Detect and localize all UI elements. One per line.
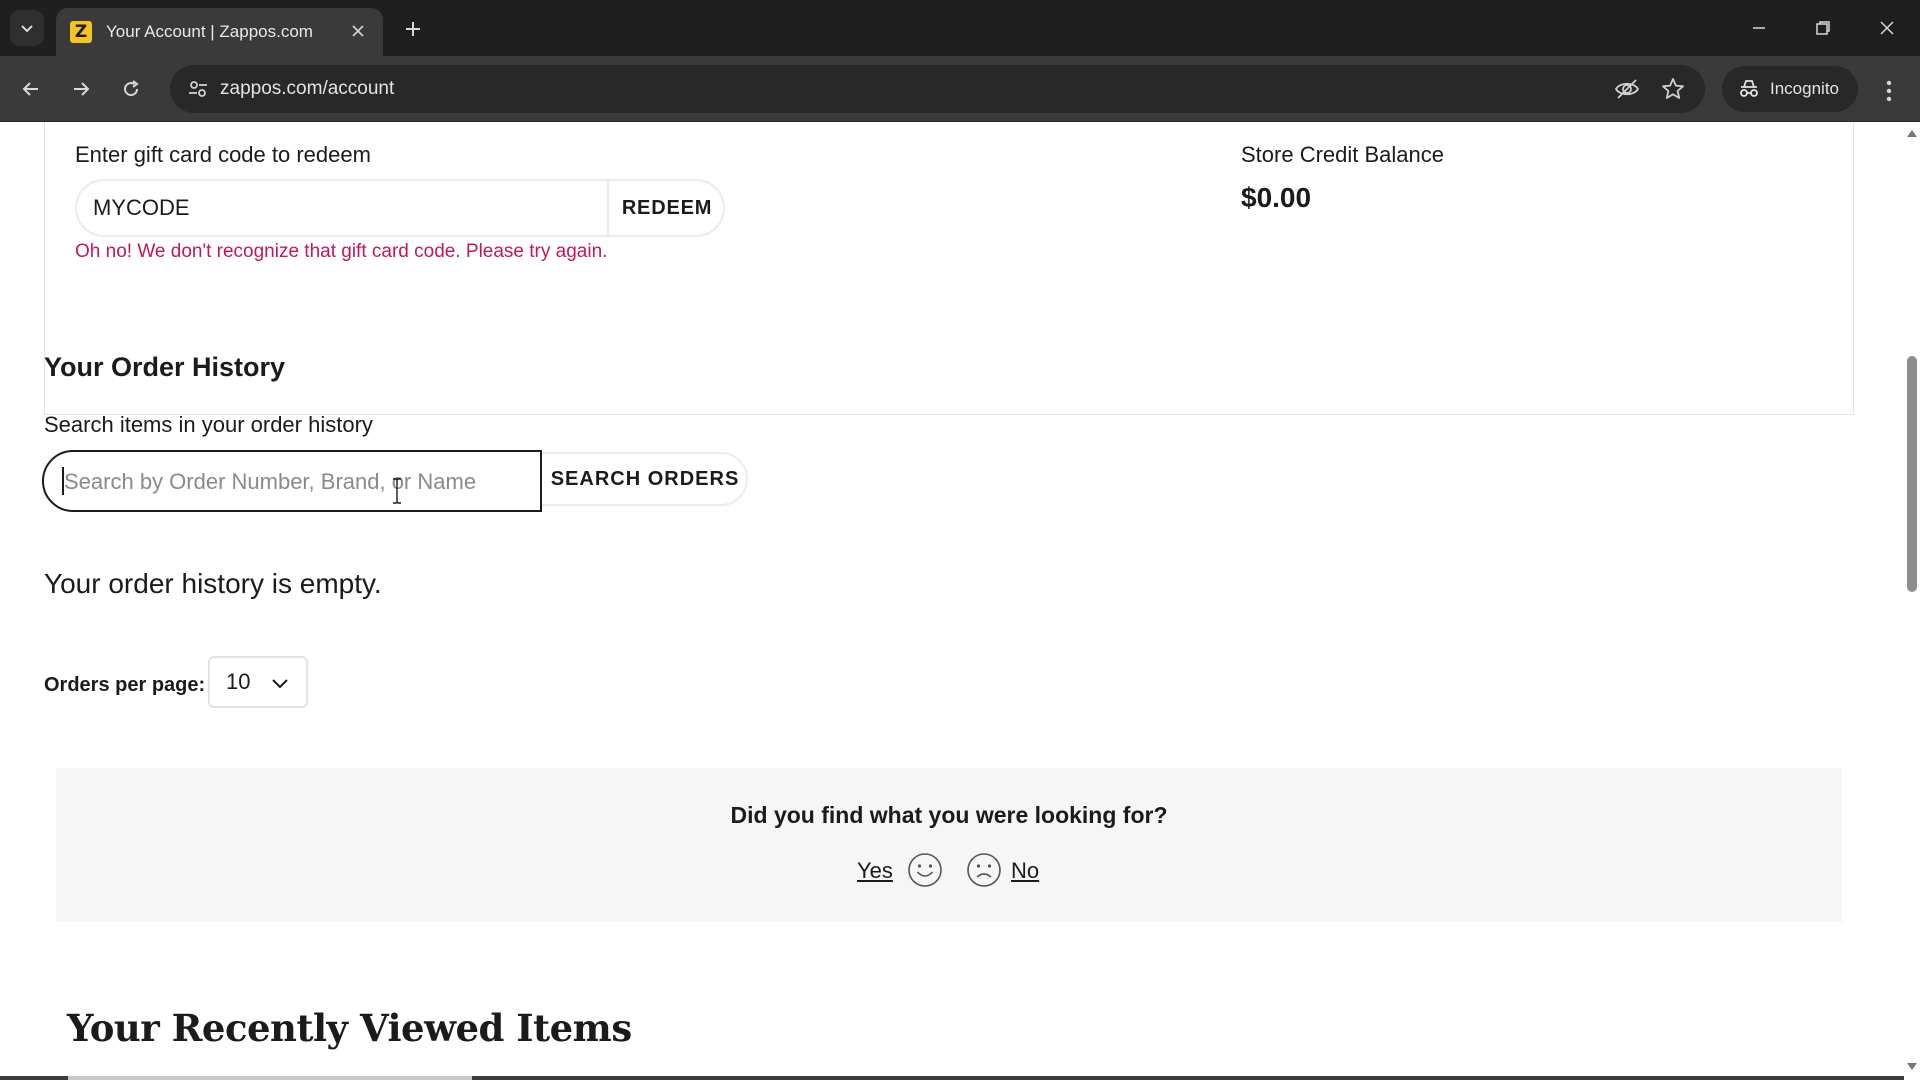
scrollbar-thumb[interactable]	[1907, 356, 1917, 592]
order-search-input[interactable]: Search by Order Number, Brand, or Name	[42, 450, 542, 512]
frown-icon[interactable]	[966, 852, 1002, 888]
url-text: zappos.com/account	[220, 78, 395, 99]
arrow-right-icon	[74, 82, 90, 96]
bookmark-button[interactable]	[1660, 76, 1686, 102]
orders-per-page-value: 10	[226, 669, 251, 694]
site-info-button[interactable]	[186, 77, 210, 101]
eye-off-icon	[1614, 79, 1640, 99]
tab-search-button[interactable]	[10, 10, 44, 46]
text-caret	[62, 467, 64, 495]
scroll-down-arrow-icon[interactable]	[1907, 1063, 1917, 1070]
orders-per-page-select[interactable]: 10	[208, 656, 308, 708]
minimize-icon	[1753, 27, 1765, 29]
account-page: Enter gift card code to redeem MYCODE RE…	[0, 122, 1904, 1080]
order-history-empty-message: Your order history is empty.	[44, 568, 382, 599]
browser-menu-button[interactable]	[1872, 74, 1906, 108]
orders-per-page-label: Orders per page:	[44, 674, 206, 696]
gift-card-panel: Enter gift card code to redeem MYCODE RE…	[44, 122, 1854, 415]
minimize-button[interactable]	[1728, 8, 1790, 48]
feedback-panel: Did you find what you were looking for? …	[56, 768, 1842, 922]
incognito-icon	[1740, 80, 1758, 97]
close-window-button[interactable]	[1856, 8, 1918, 48]
plus-icon	[406, 22, 420, 36]
gift-card-error-message: Oh no! We don't recognize that gift card…	[75, 241, 608, 262]
recently-viewed-title: Your Recently Viewed Items	[67, 1006, 632, 1050]
tab-close-button[interactable]	[347, 22, 369, 43]
order-history-title: Your Order History	[44, 352, 286, 382]
reload-button[interactable]	[112, 70, 150, 108]
address-bar[interactable]: zappos.com/account	[170, 65, 1705, 113]
restore-icon	[1816, 21, 1830, 35]
tab-title: Your Account | Zappos.com	[106, 22, 313, 41]
restore-button[interactable]	[1792, 8, 1854, 48]
store-credit-label: Store Credit Balance	[1241, 142, 1444, 167]
close-icon	[352, 24, 364, 37]
star-icon	[1662, 78, 1684, 99]
gift-card-label: Enter gift card code to redeem	[75, 142, 371, 167]
redeem-button[interactable]: REDEEM	[607, 181, 725, 235]
search-orders-button[interactable]: SEARCH ORDERS	[542, 454, 748, 504]
gift-card-form: MYCODE REDEEM	[75, 179, 725, 237]
forward-button[interactable]	[62, 70, 100, 108]
smile-icon[interactable]	[907, 852, 943, 888]
browser-toolbar: zappos.com/account Incognito	[0, 56, 1920, 122]
scroll-up-arrow-icon[interactable]	[1907, 130, 1917, 137]
kebab-menu-icon	[1886, 80, 1892, 102]
order-search-placeholder: Search by Order Number, Brand, or Name	[64, 469, 477, 494]
tracking-protection-button[interactable]	[1614, 76, 1640, 102]
close-icon	[1880, 21, 1894, 35]
store-credit-balance: $0.00	[1241, 182, 1312, 213]
page-scrollbar[interactable]	[1904, 122, 1920, 1080]
order-search-label: Search items in your order history	[44, 412, 373, 437]
back-button[interactable]	[12, 70, 50, 108]
browser-tab-strip: Z Your Account | Zappos.com	[0, 0, 1920, 56]
browser-tab-active[interactable]: Z Your Account | Zappos.com	[56, 8, 383, 56]
feedback-no-link[interactable]: No	[1011, 858, 1039, 884]
chevron-down-icon	[272, 679, 288, 689]
feedback-question: Did you find what you were looking for?	[730, 802, 1168, 828]
gift-card-input[interactable]: MYCODE	[77, 181, 607, 235]
arrow-left-icon	[22, 82, 38, 96]
horizontal-scrollbar	[0, 1076, 1904, 1080]
feedback-yes-link[interactable]: Yes	[857, 858, 893, 884]
new-tab-button[interactable]	[396, 12, 430, 46]
incognito-label: Incognito	[1770, 79, 1839, 98]
ibeam-cursor-icon	[393, 478, 401, 504]
chevron-down-icon	[21, 25, 33, 33]
horizontal-scrollbar-thumb[interactable]	[68, 1076, 472, 1080]
reload-icon	[124, 80, 139, 97]
tune-icon	[189, 81, 207, 97]
incognito-profile-button[interactable]: Incognito	[1722, 66, 1858, 112]
zappos-favicon-icon: Z	[70, 21, 92, 43]
